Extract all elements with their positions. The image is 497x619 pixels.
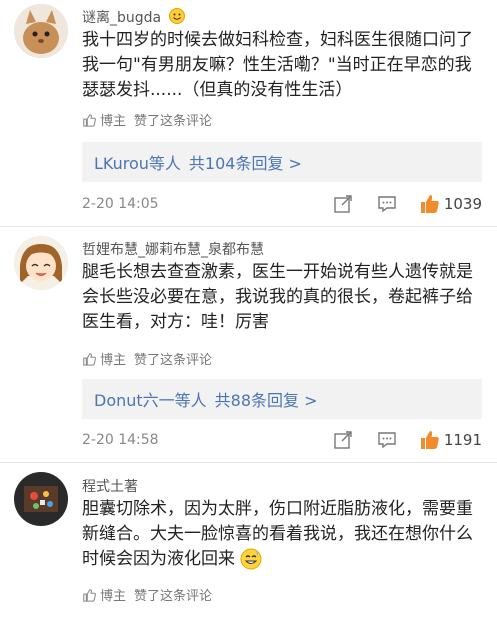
avatar[interactable] [14, 236, 68, 290]
thumbs-up-outline-icon [83, 588, 96, 602]
username[interactable]: 谜离_bugda [82, 7, 185, 28]
comment-text: 腿毛长想去查查激素，医生一开始说有些人遗传就是会长些没必要在意，我说我的真的很长… [82, 262, 473, 332]
timestamp: 2-20 14:58 [82, 432, 159, 448]
share-icon[interactable] [332, 193, 354, 215]
timestamp: 2-20 14:05 [82, 196, 159, 212]
avatar[interactable] [14, 472, 68, 526]
liked-by-author: 博主 赞了这条评论 [82, 585, 212, 604]
divider [0, 226, 497, 227]
username[interactable]: 程式土著 [82, 476, 138, 496]
thumbs-up-icon [420, 431, 439, 449]
comment-meta: 2-20 14:58 1191 [82, 428, 482, 452]
comment-icon[interactable] [376, 429, 398, 451]
sweat-smile-emoji-icon [240, 548, 262, 570]
liked-by-author: 博主 赞了这条评论 [82, 110, 212, 129]
like-button[interactable]: 1039 [420, 194, 482, 214]
comment-text: 胆囊切除术，因为太胖，伤口附近脂肪液化，需要重新缝合。大夫一脸惊喜的看着我说，我… [82, 499, 473, 570]
share-icon[interactable] [332, 429, 354, 451]
comment-meta: 2-20 14:05 1039 [82, 192, 482, 216]
divider [0, 462, 497, 463]
emoji-badge-icon [168, 8, 185, 28]
username[interactable]: 哲娌布慧_娜莉布慧_泉都布慧 [82, 239, 264, 259]
thumbs-up-outline-icon [83, 352, 96, 366]
like-button[interactable]: 1191 [420, 430, 482, 450]
thumbs-up-icon [420, 195, 439, 213]
liked-by-author: 博主 赞了这条评论 [82, 349, 212, 368]
thumbs-up-outline-icon [83, 113, 96, 127]
reply-thread-link[interactable]: Donut六一等人 共88条回复 > [82, 379, 482, 419]
comment-icon[interactable] [376, 193, 398, 215]
comment-text: 我十四岁的时候去做妇科检查，妇科医生很随口问了我一句"有男朋友嘛？性生活嘞？"当… [82, 30, 473, 100]
avatar[interactable] [14, 4, 68, 58]
reply-thread-link[interactable]: LKurou等人 共104条回复 > [82, 142, 482, 182]
